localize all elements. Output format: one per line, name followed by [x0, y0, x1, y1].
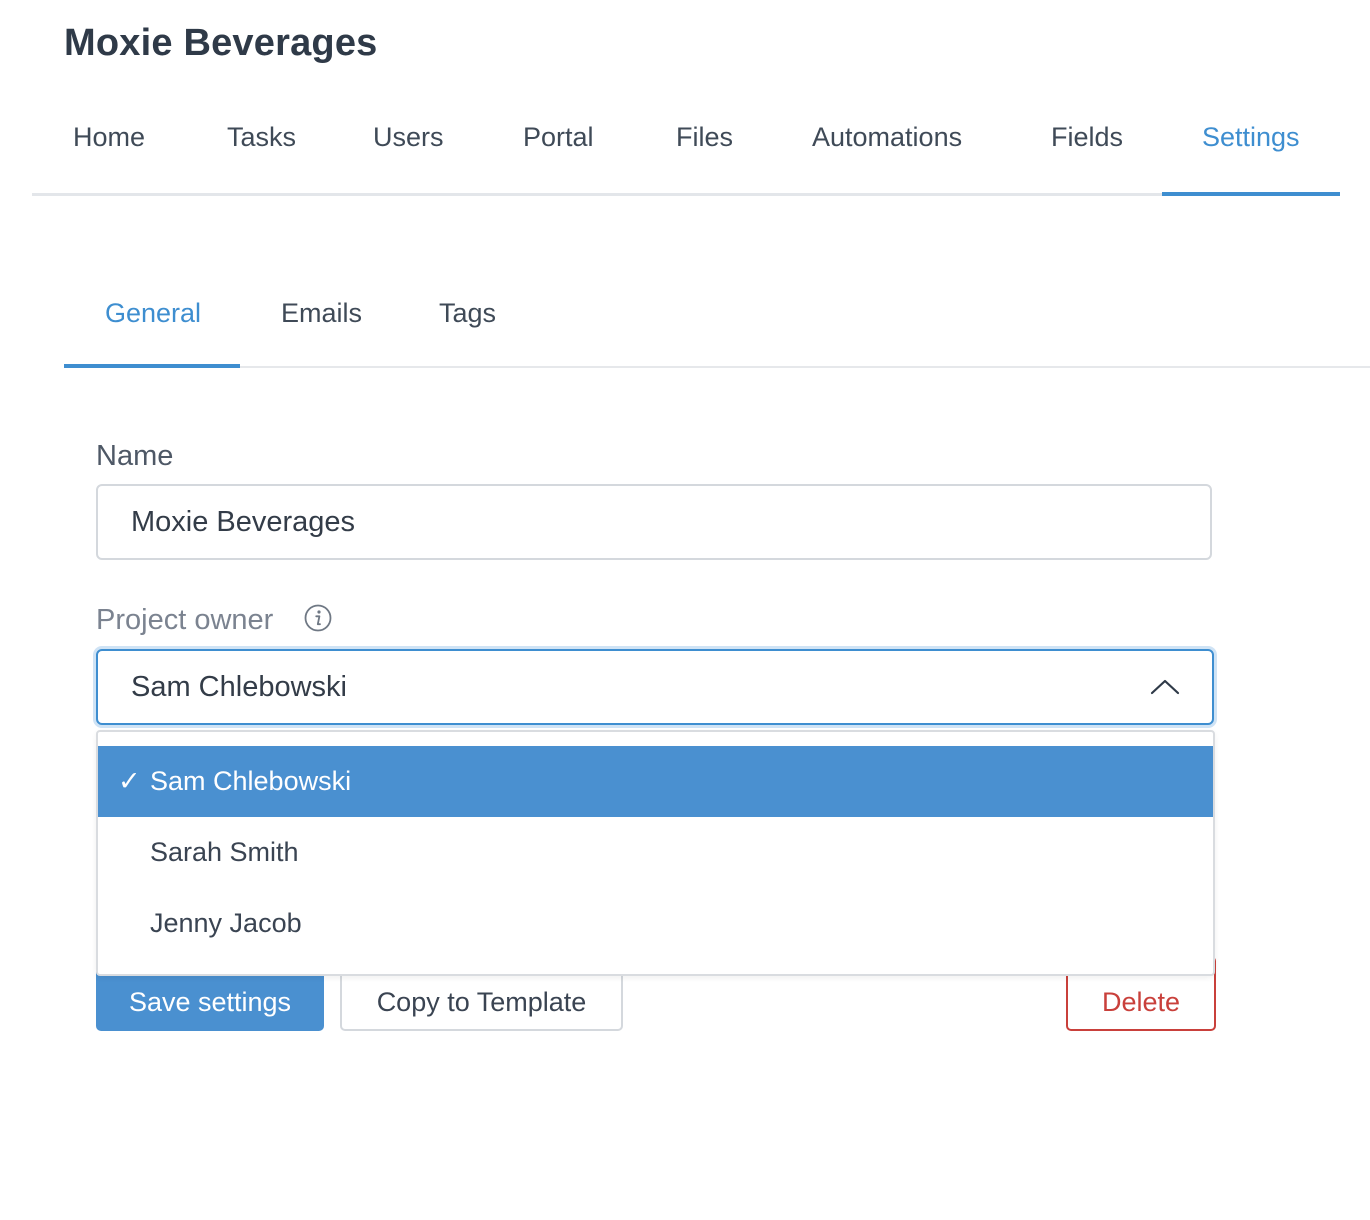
- project-owner-select[interactable]: Sam Chlebowski: [96, 649, 1214, 725]
- tab-files[interactable]: Files: [676, 122, 733, 153]
- active-tab-indicator: [1162, 192, 1340, 196]
- save-settings-label: Save settings: [128, 987, 292, 1017]
- settings-subnavigation: General Emails Tags: [64, 270, 1370, 368]
- active-subtab-indicator: [64, 364, 240, 368]
- owner-option-label: Sam Chlebowski: [150, 766, 352, 796]
- owner-option-label: Sarah Smith: [150, 837, 299, 867]
- tab-users[interactable]: Users: [373, 122, 444, 153]
- subtab-tags[interactable]: Tags: [439, 298, 496, 329]
- info-icon[interactable]: [304, 604, 332, 632]
- owner-option-label: Jenny Jacob: [150, 908, 302, 938]
- owner-option-sarah-smith[interactable]: Sarah Smith: [98, 817, 1213, 888]
- project-settings-page: Moxie Beverages Home Tasks Users Portal …: [0, 0, 1370, 1220]
- tab-automations[interactable]: Automations: [812, 122, 962, 153]
- delete-label: Delete: [1101, 987, 1181, 1017]
- tab-settings[interactable]: Settings: [1202, 122, 1300, 153]
- chevron-up-icon: [1150, 677, 1180, 697]
- project-title: Moxie Beverages: [64, 22, 378, 64]
- tab-fields[interactable]: Fields: [1051, 122, 1123, 153]
- name-label: Name: [96, 440, 174, 472]
- tab-home[interactable]: Home: [73, 122, 145, 153]
- tab-tasks[interactable]: Tasks: [227, 122, 296, 153]
- tab-portal[interactable]: Portal: [523, 122, 594, 153]
- owner-option-sam-chlebowski[interactable]: ✓ Sam Chlebowski: [98, 746, 1213, 817]
- main-navigation: Home Tasks Users Portal Files Automation…: [32, 100, 1340, 196]
- name-input[interactable]: [96, 484, 1212, 560]
- subtab-general[interactable]: General: [105, 298, 201, 329]
- owner-option-jenny-jacob[interactable]: Jenny Jacob: [98, 888, 1213, 959]
- project-owner-value: Sam Chlebowski: [131, 671, 347, 703]
- project-owner-label: Project owner: [96, 604, 274, 636]
- check-icon: ✓: [118, 766, 141, 797]
- subtab-emails[interactable]: Emails: [281, 298, 362, 329]
- project-owner-dropdown: ✓ Sam Chlebowski Sarah Smith Jenny Jacob: [96, 730, 1215, 976]
- copy-to-template-label: Copy to Template: [376, 987, 587, 1017]
